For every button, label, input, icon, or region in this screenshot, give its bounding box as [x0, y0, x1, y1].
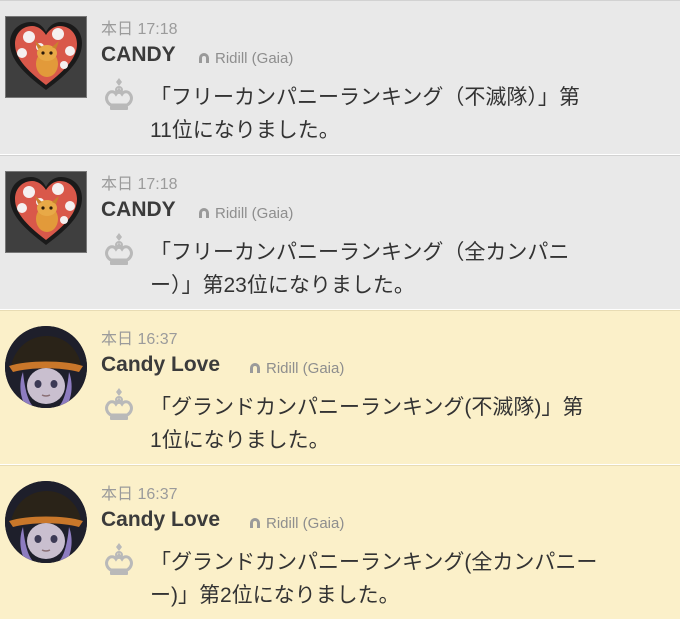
notification-message: 「グランドカンパニーランキング(全カンパニー ー)」第2位になりました。: [150, 546, 660, 612]
list-item[interactable]: 本日 17:18 CANDY Ridill (Gaia) 「フリーカンパニーラン…: [0, 0, 680, 154]
list-item[interactable]: 本日 17:18 CANDY Ridill (Gaia) 「フリーカンパニーラン…: [0, 155, 680, 309]
server-label: Ridill (Gaia): [248, 515, 344, 532]
witch-character-portrait: [5, 481, 87, 563]
message-line: 11位になりました。: [150, 119, 340, 142]
world-icon: [199, 208, 209, 218]
server-name: Ridill (Gaia): [215, 50, 294, 67]
timestamp: 本日 16:37: [101, 486, 178, 503]
character-name[interactable]: Candy Love: [101, 508, 220, 532]
server-name: Ridill (Gaia): [266, 515, 345, 532]
notification-message: 「フリーカンパニーランキング（不滅隊）」第 11位になりました。: [150, 81, 660, 147]
notification-message: 「フリーカンパニーランキング（全カンパニ ー）」第23位になりました。: [150, 236, 660, 302]
message-line: ー)」第2位になりました。: [150, 584, 400, 607]
character-name[interactable]: Candy Love: [101, 353, 220, 377]
message-line: ー）」第23位になりました。: [150, 274, 415, 297]
message-line: 「フリーカンパニーランキング（全カンパニ: [150, 241, 570, 264]
avatar[interactable]: [5, 16, 87, 98]
avatar[interactable]: [5, 481, 87, 563]
notification-message: 「グランドカンパニーランキング(不滅隊)」第 1位になりました。: [150, 391, 660, 457]
character-name[interactable]: CANDY: [101, 43, 176, 67]
witch-character-portrait: [5, 326, 87, 408]
server-name: Ridill (Gaia): [266, 360, 345, 377]
timestamp: 本日 16:37: [101, 331, 178, 348]
crown-icon: [105, 543, 133, 575]
character-name[interactable]: CANDY: [101, 198, 176, 222]
message-line: 「フリーカンパニーランキング（不滅隊）」第: [150, 86, 580, 109]
heart-character-icon: [6, 172, 86, 252]
world-icon: [250, 363, 260, 373]
message-line: 1位になりました。: [150, 429, 330, 452]
heart-character-icon: [6, 17, 86, 97]
avatar[interactable]: [5, 326, 87, 408]
timestamp: 本日 17:18: [101, 176, 178, 193]
avatar[interactable]: [5, 171, 87, 253]
crown-icon: [105, 233, 133, 265]
server-label: Ridill (Gaia): [248, 360, 344, 377]
message-line: 「グランドカンパニーランキング(全カンパニー: [150, 551, 598, 574]
notification-feed: 本日 17:18 CANDY Ridill (Gaia) 「フリーカンパニーラン…: [0, 0, 680, 619]
server-name: Ridill (Gaia): [215, 205, 294, 222]
server-label: Ridill (Gaia): [197, 205, 293, 222]
message-line: 「グランドカンパニーランキング(不滅隊)」第: [150, 396, 584, 419]
list-item[interactable]: 本日 16:37 Candy Love Ridill (Gaia) 「グランドカ…: [0, 310, 680, 464]
crown-icon: [105, 388, 133, 420]
server-label: Ridill (Gaia): [197, 50, 293, 67]
timestamp: 本日 17:18: [101, 21, 178, 38]
list-item[interactable]: 本日 16:37 Candy Love Ridill (Gaia) 「グランドカ…: [0, 465, 680, 619]
world-icon: [250, 518, 260, 528]
world-icon: [199, 53, 209, 63]
crown-icon: [105, 78, 133, 110]
